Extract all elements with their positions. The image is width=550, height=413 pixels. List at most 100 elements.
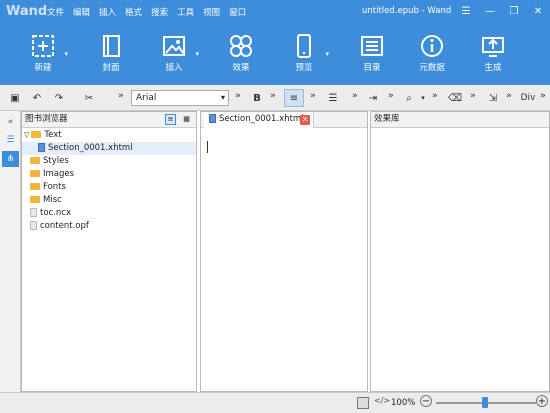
book-browser-panel: 图书浏览器 ≡ ▦ ▽ Text Section_0001.xhtml Style… [21,111,197,392]
tree-item-content[interactable]: content.opf [22,220,196,233]
export-label: 生成 [484,63,502,73]
tree-item-label: toc.ncx [40,208,71,218]
list-mode-icon[interactable]: ≡ [165,114,176,125]
more-chevron-icon[interactable]: » [432,91,438,101]
editor-panel: Section_0001.xhtml ✕ [200,111,368,392]
div-button[interactable]: Div [518,89,538,107]
editor-tab-bar: Section_0001.xhtml ✕ [201,112,367,128]
preview-button[interactable]: 预览 ▾ [281,30,329,80]
tree-item-styles[interactable]: Styles [22,155,196,168]
menu-search[interactable]: 搜索 [151,6,168,18]
close-icon[interactable]: ✕ [526,2,550,20]
grid-mode-icon[interactable]: ▦ [181,114,192,125]
collapse-icon[interactable]: « [2,114,19,130]
list-icon[interactable]: ☰ [324,89,342,107]
toc-icon [361,36,383,56]
ribbon-buttons: 新建 ▾ 封面 插入 ▾ 效果 预览 ▾ 目录 元数据 生成 [0,30,550,82]
more-chevron-icon[interactable]: » [235,91,241,101]
tree-item-misc[interactable]: Misc [22,194,196,207]
more-chevron-icon[interactable]: » [506,91,512,101]
eraser-icon[interactable]: ⌫ [446,89,464,107]
window-controls: ☰ — ❐ ✕ [454,2,550,20]
more-chevron-icon[interactable]: » [540,91,546,101]
phone-icon [297,34,311,58]
minimize-icon[interactable]: — [478,2,502,20]
insert-file-icon[interactable]: ⇲ [484,89,502,107]
expand-icon[interactable]: ▽ [24,131,29,139]
file-icon [30,221,37,230]
zoom-out-icon[interactable]: − [420,395,432,407]
window-title: untitled.epub - Wand [362,6,452,16]
info-icon [421,35,443,57]
indent-icon[interactable]: ⇥ [364,89,382,107]
chevron-down-icon: ▾ [220,93,225,102]
toc-label: 目录 [363,63,381,73]
side-strip: « ☰ ⋔ [0,111,21,392]
tree-item-images[interactable]: Images [22,168,196,181]
metadata-label: 元数据 [419,63,445,73]
menu-tools[interactable]: 工具 [177,6,194,18]
menu-icon[interactable]: ☰ [454,2,478,20]
effects-library-panel: 效果库 [370,111,550,392]
preview-dropdown-icon[interactable]: ▾ [325,50,329,58]
tree-item-label: Styles [43,156,69,166]
find-icon[interactable]: ⌕ [400,89,418,107]
new-icon [32,35,54,57]
insert-dropdown-icon[interactable]: ▾ [195,50,199,58]
font-select[interactable]: Arial ▾ [131,90,229,106]
toc-button[interactable]: 目录 [349,30,395,80]
tree-item-section[interactable]: Section_0001.xhtml [22,142,196,155]
find-dropdown-icon[interactable]: ▾ [418,89,428,107]
zoom-in-icon[interactable]: + [536,395,548,407]
align-left-icon[interactable]: ≡ [284,89,304,107]
more-chevron-icon[interactable]: » [388,91,394,101]
metadata-button[interactable]: 元数据 [409,30,455,80]
folder-icon [31,131,42,138]
undo-icon[interactable]: ↶ [28,89,46,107]
save-icon[interactable]: ▣ [6,89,24,107]
menu-edit[interactable]: 编辑 [73,6,90,18]
tree-item-toc[interactable]: toc.ncx [22,207,196,220]
tree-view-icon[interactable]: ⋔ [2,151,19,167]
file-tree: ▽ Text Section_0001.xhtml Styles Images F… [22,128,196,233]
more-chevron-icon[interactable]: » [352,91,358,101]
app-logo: Wand [6,4,48,19]
cover-button[interactable]: 封面 [88,30,134,80]
cover-label: 封面 [102,63,120,73]
more-chevron-icon[interactable]: » [470,91,476,101]
restore-icon[interactable]: ❐ [502,2,526,20]
font-select-value: Arial [136,93,157,103]
editor-tab[interactable]: Section_0001.xhtml ✕ [204,112,314,128]
menu-window[interactable]: 窗口 [229,6,246,18]
more-chevron-icon[interactable]: » [118,91,124,101]
menu-view[interactable]: 视图 [203,6,220,18]
close-tab-icon[interactable]: ✕ [300,115,310,125]
menu-insert[interactable]: 插入 [99,6,116,18]
menu-file[interactable]: 文件 [47,6,64,18]
new-dropdown-icon[interactable]: ▾ [64,50,68,58]
zoom-slider[interactable] [436,397,536,408]
redo-icon[interactable]: ↷ [50,89,68,107]
tree-item-label: content.opf [40,221,89,231]
code-view-icon[interactable]: </> [374,396,390,405]
status-bar: </> 100% − + [0,392,550,413]
more-chevron-icon[interactable]: » [310,91,316,101]
effects-button[interactable]: 效果 [218,30,264,80]
book-browser-title: 图书浏览器 [25,114,68,124]
zoom-slider-handle[interactable] [482,397,488,408]
bold-button[interactable]: B [250,89,264,107]
insert-button[interactable]: 插入 ▾ [151,30,199,80]
more-chevron-icon[interactable]: » [270,91,276,101]
export-icon [482,37,504,57]
editor-area[interactable] [201,129,367,391]
tree-item-fonts[interactable]: Fonts [22,181,196,194]
design-view-icon[interactable] [357,397,369,409]
list-view-icon[interactable]: ☰ [2,132,19,148]
cut-icon[interactable]: ✂ [80,89,98,107]
folder-icon [30,196,40,203]
tree-item-text[interactable]: ▽ Text [22,129,196,142]
export-button[interactable]: 生成 [470,30,516,80]
folder-icon [30,183,40,190]
menu-format[interactable]: 格式 [125,6,142,18]
new-button[interactable]: 新建 ▾ [20,30,68,80]
